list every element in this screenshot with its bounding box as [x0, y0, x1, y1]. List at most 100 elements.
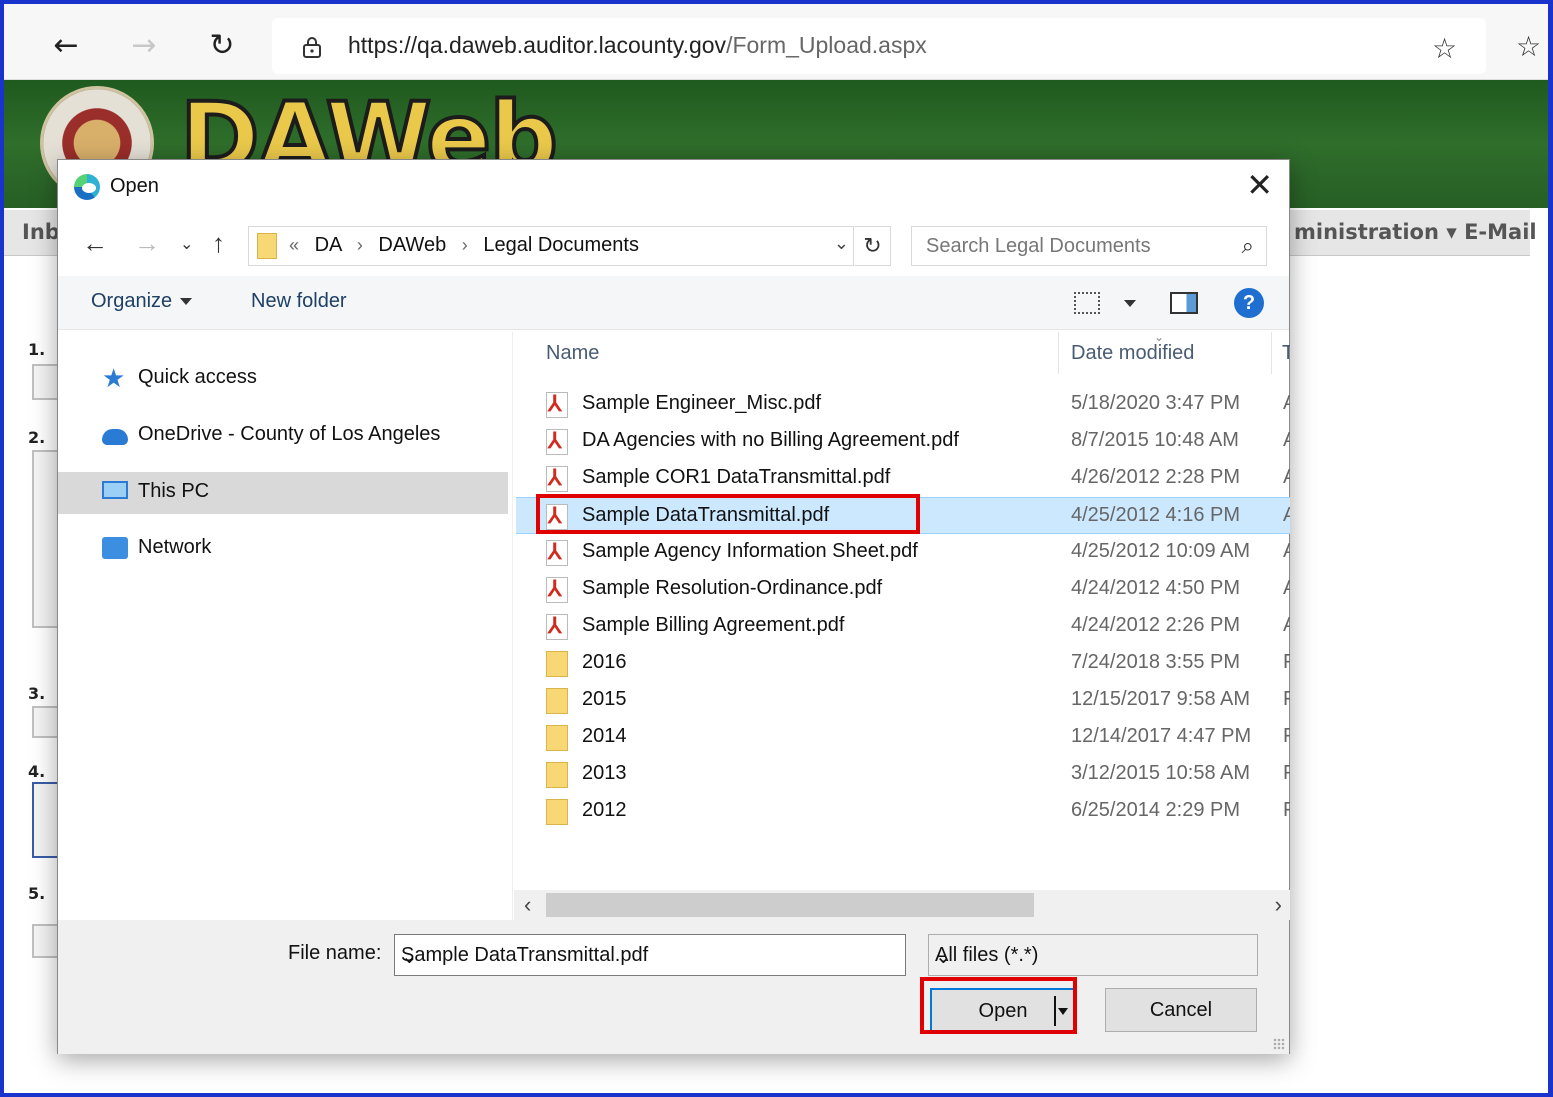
file-type: A — [1283, 540, 1290, 562]
view-options-caret-icon[interactable] — [1124, 300, 1136, 307]
file-date: 4/26/2012 2:28 PM — [1071, 466, 1241, 488]
file-type: F — [1283, 762, 1290, 784]
file-row[interactable]: Sample Agency Information Sheet.pdf 4/25… — [516, 534, 1290, 571]
up-arrow-icon[interactable]: ↑ — [212, 228, 225, 259]
favorites-icon[interactable]: ☆ — [1516, 30, 1541, 63]
forward-arrow-icon[interactable]: → — [134, 228, 160, 259]
file-type: A — [1283, 504, 1290, 526]
file-name-field[interactable]: Sample DataTransmittal.pdf ⌄ — [394, 934, 906, 976]
file-date: 12/15/2017 9:58 AM — [1071, 688, 1251, 710]
search-input[interactable]: Search Legal Documents ⌕ — [911, 226, 1267, 266]
scroll-right-icon[interactable]: › — [1275, 892, 1282, 918]
nav-item-quick-access[interactable]: ★ Quick access — [58, 358, 508, 400]
folder-icon — [546, 688, 568, 714]
dialog-footer: File name: Sample DataTransmittal.pdf ⌄ … — [58, 920, 1289, 1054]
pdf-file-icon — [546, 576, 568, 603]
column-header-date-modified[interactable]: Date modified — [1071, 342, 1194, 365]
close-icon[interactable]: ✕ — [1246, 168, 1273, 202]
column-header-type[interactable]: T — [1282, 342, 1290, 365]
cancel-button[interactable]: Cancel — [1105, 988, 1257, 1032]
column-divider[interactable] — [1271, 332, 1272, 374]
pdf-file-icon — [546, 465, 568, 492]
file-date: 3/12/2015 10:58 AM — [1071, 762, 1251, 784]
file-date: 4/24/2012 4:50 PM — [1071, 577, 1241, 599]
breadcrumb-item[interactable]: DAWeb — [378, 234, 446, 256]
back-arrow-icon[interactable]: ← — [82, 228, 108, 259]
file-type: A — [1283, 429, 1290, 451]
overflow-chevron-icon[interactable]: « — [289, 235, 299, 255]
pdf-file-icon — [546, 391, 568, 418]
nav-item-onedrive[interactable]: OneDrive - County of Los Angeles — [58, 415, 508, 457]
help-icon[interactable]: ? — [1234, 288, 1264, 318]
new-folder-button[interactable]: New folder — [251, 290, 347, 313]
folder-row[interactable]: 2015 12/15/2017 9:58 AM F — [516, 682, 1290, 719]
file-type-select[interactable]: All files (*.*) ⌄ — [928, 934, 1258, 976]
file-list: Name ⌄ Date modified T Sample Engineer_M… — [514, 332, 1290, 920]
nav-item-network[interactable]: Network — [58, 528, 508, 570]
chevron-down-icon[interactable]: ⌄ — [834, 233, 849, 254]
nav-item-this-pc[interactable]: This PC — [58, 472, 508, 514]
preview-pane-icon[interactable] — [1170, 292, 1198, 314]
breadcrumb-chevron-icon: › — [356, 235, 363, 255]
file-date: 4/24/2012 2:26 PM — [1071, 614, 1241, 636]
column-header-name[interactable]: Name — [546, 342, 599, 365]
refresh-icon[interactable]: ↻ — [202, 26, 242, 66]
breadcrumb-chevron-icon: › — [461, 235, 468, 255]
step-1-label: 1. — [28, 340, 46, 359]
file-row[interactable]: Sample Resolution-Ordinance.pdf 4/24/201… — [516, 571, 1290, 608]
scrollbar-thumb[interactable] — [546, 893, 1034, 917]
file-type: F — [1283, 725, 1290, 747]
breadcrumb-item[interactable]: DA — [315, 234, 342, 256]
folder-row[interactable]: 2014 12/14/2017 4:47 PM F — [516, 719, 1290, 756]
add-favorite-icon[interactable]: ☆ — [1432, 32, 1457, 65]
back-arrow-icon[interactable]: ← — [46, 26, 86, 66]
step-3-label: 3. — [28, 684, 46, 703]
menu-inbox[interactable]: Inb — [22, 220, 60, 244]
step-2-label: 2. — [28, 428, 46, 447]
pdf-file-icon — [546, 539, 568, 566]
folder-row[interactable]: 2016 7/24/2018 3:55 PM F — [516, 645, 1290, 682]
highlight-selected-file — [536, 494, 920, 534]
breadcrumb-item[interactable]: Legal Documents — [483, 234, 639, 256]
file-row[interactable]: Sample Billing Agreement.pdf 4/24/2012 2… — [516, 608, 1290, 645]
file-date: 4/25/2012 4:16 PM — [1071, 504, 1241, 526]
refresh-icon[interactable]: ↻ — [855, 226, 891, 266]
url-text: https://qa.daweb.auditor.lacounty.gov/Fo… — [348, 32, 927, 59]
file-name: 2015 — [582, 688, 627, 710]
horizontal-scrollbar[interactable]: ‹ › — [514, 890, 1290, 920]
url-host: https://qa.daweb.auditor.lacounty.gov — [348, 32, 727, 58]
nav-item-label: This PC — [138, 480, 210, 502]
address-bar[interactable]: https://qa.daweb.auditor.lacounty.gov/Fo… — [272, 18, 1486, 74]
file-name: 2014 — [582, 725, 627, 747]
dialog-titlebar: Open ✕ — [58, 160, 1289, 212]
quick-access-star-icon: ★ — [102, 363, 126, 393]
file-row[interactable]: Sample Engineer_Misc.pdf 5/18/2020 3:47 … — [516, 386, 1290, 423]
file-name: Sample COR1 DataTransmittal.pdf — [582, 466, 891, 488]
file-row[interactable]: Sample COR1 DataTransmittal.pdf 4/26/201… — [516, 460, 1290, 497]
file-date: 12/14/2017 4:47 PM — [1071, 725, 1252, 747]
folder-row[interactable]: 2013 3/12/2015 10:58 AM F — [516, 756, 1290, 793]
breadcrumb-path: « DA › DAWeb › Legal Documents — [289, 234, 639, 257]
file-row[interactable]: DA Agencies with no Billing Agreement.pd… — [516, 423, 1290, 460]
breadcrumb[interactable]: « DA › DAWeb › Legal Documents ⌄ — [248, 226, 854, 266]
folder-row[interactable]: 2012 6/25/2014 2:29 PM F — [516, 793, 1290, 830]
chevron-down-icon[interactable]: ⌄ — [401, 944, 895, 969]
file-date: 8/7/2015 10:48 AM — [1071, 429, 1239, 451]
change-view-icon[interactable] — [1074, 292, 1100, 314]
caret-down-icon — [180, 298, 193, 306]
pdf-file-icon — [546, 613, 568, 640]
scroll-left-icon[interactable]: ‹ — [524, 892, 531, 918]
file-type: A — [1283, 577, 1290, 599]
resize-grip-icon[interactable] — [1273, 1038, 1285, 1050]
column-divider[interactable] — [1058, 332, 1059, 374]
browser-toolbar: ← → ↻ https://qa.daweb.auditor.lacounty.… — [4, 4, 1548, 80]
edge-browser-icon — [74, 174, 100, 200]
file-type: F — [1283, 799, 1290, 821]
menu-administration-email[interactable]: ministration ▾ E-Mail — [1294, 220, 1537, 244]
file-type: A — [1283, 392, 1290, 414]
forward-arrow-icon[interactable]: → — [124, 26, 164, 66]
recent-locations-chevron-icon[interactable]: ⌄ — [180, 234, 193, 254]
file-name: Sample Engineer_Misc.pdf — [582, 392, 822, 414]
organize-button[interactable]: Organize — [91, 290, 193, 313]
file-name: 2016 — [582, 651, 627, 673]
